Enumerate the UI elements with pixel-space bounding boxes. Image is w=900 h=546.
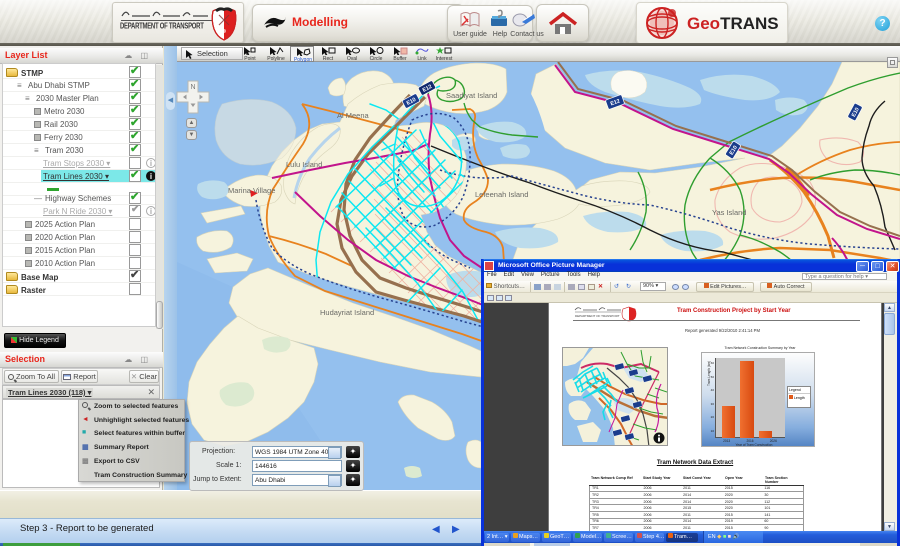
svg-text:Lefeenah Island: Lefeenah Island (475, 190, 528, 199)
svg-text:Hudayriat Island: Hudayriat Island (320, 308, 374, 317)
svg-text:Saadiyat Island: Saadiyat Island (446, 91, 497, 100)
svg-text:Lulu Island: Lulu Island (286, 160, 322, 169)
svg-text:N: N (190, 84, 195, 91)
svg-text:Al Meena: Al Meena (337, 111, 370, 120)
svg-text:DEPARTMENT OF TRANSPORT: DEPARTMENT OF TRANSPORT (575, 314, 620, 318)
svg-text:Marina Village: Marina Village (228, 186, 275, 195)
svg-text:Yas Island: Yas Island (712, 208, 746, 217)
